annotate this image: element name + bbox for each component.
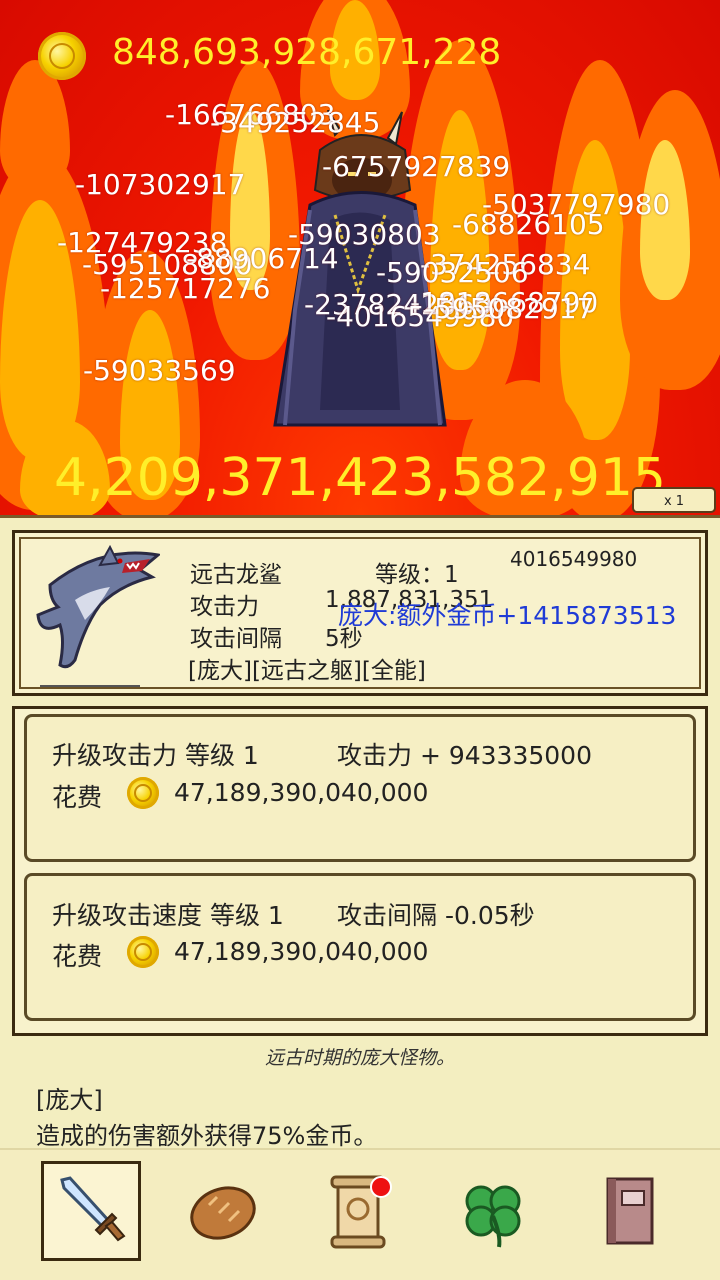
hero-description: 远古时期的庞大怪物。 bbox=[264, 1047, 455, 1069]
upgrade-effect: 攻击力 + 943335000 bbox=[337, 741, 592, 770]
damage-number: -59032506 bbox=[376, 256, 529, 289]
shark-icon bbox=[36, 545, 160, 669]
cost-label: 花费 bbox=[52, 783, 103, 812]
battle-area[interactable]: 848,693,928,671,228 -166766803 -34925284… bbox=[0, 0, 720, 515]
damage-number: -68826105 bbox=[452, 208, 605, 241]
upgrade-title: 升级攻击力 等级 1 bbox=[52, 741, 259, 770]
nav-quest-tab[interactable] bbox=[308, 1161, 408, 1261]
damage-number: -59033569 bbox=[83, 354, 236, 387]
damage-number: -595082917 bbox=[424, 292, 595, 325]
hero-level: 等级：1 bbox=[375, 562, 459, 588]
interval-value: 5秒 bbox=[325, 626, 363, 652]
bonus-gold-popup: 庞大:额外金币+1415873513 bbox=[338, 601, 677, 630]
nav-book-tab[interactable] bbox=[580, 1161, 680, 1261]
damage-number: -6757927839 bbox=[322, 150, 511, 183]
upgrade-effect: 攻击间隔 -0.05秒 bbox=[337, 901, 535, 930]
last-damage: 4016549980 bbox=[510, 547, 638, 571]
notification-badge bbox=[370, 1176, 392, 1198]
trait-name: [庞大] bbox=[36, 1086, 103, 1114]
damage-number: -349252845 bbox=[210, 106, 381, 139]
cost-label: 花费 bbox=[52, 942, 103, 971]
speed-toggle-button[interactable]: x 1 bbox=[632, 487, 716, 513]
clover-icon bbox=[465, 1185, 521, 1248]
book-icon bbox=[606, 1177, 654, 1245]
hero-traits: [庞大][远古之躯][全能] bbox=[188, 658, 426, 684]
gold-total: 848,693,928,671,228 bbox=[112, 32, 502, 73]
attack-label: 攻击力 bbox=[190, 594, 259, 620]
upgrade-speed-button[interactable]: 升级攻击速度 等级 1 攻击间隔 -0.05秒 花费 47,189,390,04… bbox=[24, 873, 696, 1021]
upgrade-cost: 47,189,390,040,000 bbox=[174, 937, 429, 966]
damage-number: -125717276 bbox=[100, 272, 271, 305]
boss-hp: 4,209,371,423,582,915 bbox=[54, 448, 666, 508]
damage-number: -88906714 bbox=[186, 242, 339, 275]
upgrade-cost: 47,189,390,040,000 bbox=[174, 778, 429, 807]
divider bbox=[40, 685, 140, 687]
sword-icon bbox=[60, 1176, 126, 1242]
bread-icon bbox=[190, 1186, 256, 1240]
nav-luck-tab[interactable] bbox=[443, 1161, 543, 1261]
gold-coin-icon bbox=[38, 32, 86, 80]
upgrade-title: 升级攻击速度 等级 1 bbox=[52, 901, 284, 930]
upgrade-attack-button[interactable]: 升级攻击力 等级 1 攻击力 + 943335000 花费 47,189,390… bbox=[24, 714, 696, 862]
damage-number: -107302917 bbox=[75, 168, 246, 201]
gold-coin-icon bbox=[127, 936, 159, 968]
interval-label: 攻击间隔 bbox=[190, 626, 282, 652]
nav-food-tab[interactable] bbox=[173, 1161, 273, 1261]
gold-coin-icon bbox=[127, 777, 159, 809]
trait-description: 造成的伤害额外获得75%金币。 bbox=[36, 1122, 378, 1150]
nav-heroes-tab[interactable] bbox=[41, 1161, 141, 1261]
scroll-icon bbox=[330, 1175, 386, 1249]
hero-name: 远古龙鲨 bbox=[190, 562, 282, 588]
